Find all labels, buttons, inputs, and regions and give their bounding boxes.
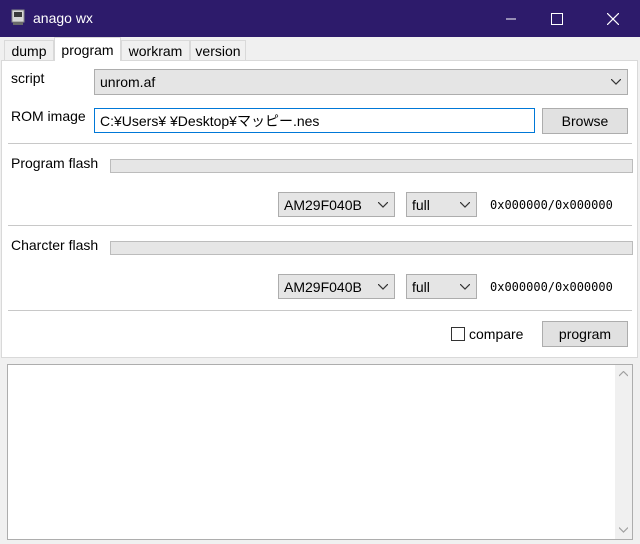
character-flash-progress [110,241,633,255]
log-scrollbar[interactable] [615,365,632,539]
character-flash-address: 0x000000/0x000000 [490,280,613,294]
separator [8,310,632,312]
compare-checkbox[interactable] [451,327,465,341]
character-flash-device-select[interactable]: AM29F040B [278,274,395,299]
rom-image-input[interactable]: C:¥Users¥ ¥Desktop¥マッピー.nes [94,108,535,133]
minimize-button[interactable] [488,0,534,37]
scroll-up-icon[interactable] [619,371,628,377]
window-title: anago wx [33,10,93,26]
tab-bar: dump program workram version [0,37,640,61]
close-button[interactable] [590,0,636,37]
separator [8,143,632,145]
close-icon [607,12,619,25]
minimize-icon [506,18,516,19]
rom-image-value: C:¥Users¥ ¥Desktop¥マッピー.nes [100,112,320,129]
character-flash-mode-select[interactable]: full [406,274,477,299]
script-label: script [11,70,45,86]
program-flash-address: 0x000000/0x000000 [490,198,613,212]
program-button[interactable]: program [542,321,628,347]
tab-program[interactable]: program [54,37,121,61]
maximize-icon [551,12,563,25]
program-flash-mode-value: full [412,196,430,213]
app-icon [11,9,25,25]
title-bar: anago wx [0,0,640,37]
compare-label[interactable]: compare [469,326,523,342]
program-flash-progress [110,159,633,173]
log-textarea[interactable] [7,364,633,540]
program-flash-device-value: AM29F040B [284,196,362,213]
chevron-down-icon [378,201,388,208]
maximize-button[interactable] [534,0,580,37]
tab-dump[interactable]: dump [4,40,54,60]
tab-version[interactable]: version [190,40,246,60]
browse-button[interactable]: Browse [542,108,628,134]
separator [8,225,632,227]
program-flash-mode-select[interactable]: full [406,192,477,217]
script-select[interactable]: unrom.af [94,69,628,95]
chevron-down-icon [611,79,621,85]
character-flash-device-value: AM29F040B [284,278,362,295]
chevron-down-icon [460,201,470,208]
script-select-value: unrom.af [100,74,156,90]
program-flash-label: Program flash [11,155,99,171]
character-flash-label: Charcter flash [11,237,99,253]
chevron-down-icon [460,283,470,290]
program-flash-device-select[interactable]: AM29F040B [278,192,395,217]
chevron-down-icon [378,283,388,290]
scroll-down-icon[interactable] [619,527,628,533]
rom-image-label: ROM image [11,108,86,124]
character-flash-mode-value: full [412,278,430,295]
tab-workram[interactable]: workram [121,40,190,60]
